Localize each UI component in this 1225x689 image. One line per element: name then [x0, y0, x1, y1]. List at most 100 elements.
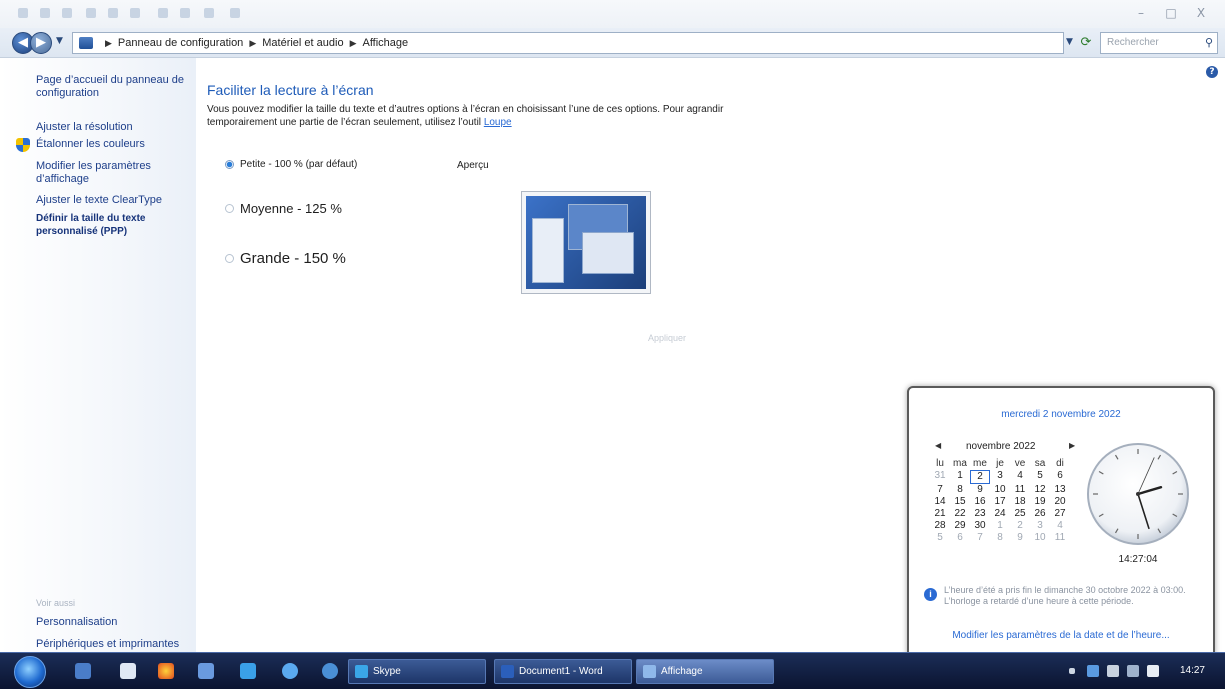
maximize-button[interactable]: □ — [1163, 6, 1179, 20]
explorer-icon[interactable] — [120, 663, 136, 679]
app-icon[interactable] — [322, 663, 338, 679]
quick-access-icon[interactable] — [18, 8, 28, 18]
action-center-icon[interactable] — [1107, 665, 1119, 677]
option-large-radio[interactable]: Grande - 150 % — [225, 250, 346, 267]
calendar-day[interactable]: 2 — [970, 470, 990, 484]
calendar-day[interactable]: 4 — [1010, 470, 1030, 484]
calendar-day[interactable]: 5 — [1030, 470, 1050, 484]
calendar-day[interactable]: 21 — [930, 508, 950, 520]
quick-access-icon[interactable] — [86, 8, 96, 18]
sidebar-link-home[interactable]: Page d’accueil du panneau de configurati… — [36, 74, 186, 100]
calendar-day[interactable]: 23 — [970, 508, 990, 520]
show-hidden-icons-icon[interactable] — [1069, 668, 1075, 674]
calendar-day[interactable]: 7 — [930, 484, 950, 496]
network-icon[interactable] — [1087, 665, 1099, 677]
calendar-day[interactable]: 16 — [970, 496, 990, 508]
calendar-day[interactable]: 22 — [950, 508, 970, 520]
close-button[interactable]: X — [1193, 6, 1209, 20]
sidebar-link-devices-printers[interactable]: Périphériques et imprimantes — [36, 638, 186, 651]
calendar-day[interactable]: 20 — [1050, 496, 1070, 508]
help-icon[interactable]: ? — [1206, 66, 1218, 78]
quick-access-icon[interactable] — [62, 8, 72, 18]
calendar-day[interactable]: 15 — [950, 496, 970, 508]
breadcrumb-item[interactable]: Affichage — [362, 37, 408, 49]
radio-selected-icon[interactable] — [225, 160, 234, 169]
start-button[interactable] — [14, 656, 46, 688]
calendar-day[interactable]: 30 — [970, 520, 990, 532]
language-icon[interactable] — [1127, 665, 1139, 677]
calendar-day[interactable]: 11 — [1050, 532, 1070, 544]
internet-explorer-icon[interactable] — [240, 663, 256, 679]
calendar-day[interactable]: 9 — [1010, 532, 1030, 544]
address-dropdown-icon[interactable]: ▼ — [1066, 37, 1073, 47]
quick-access-icon[interactable] — [40, 8, 50, 18]
calendar-day[interactable]: 3 — [1030, 520, 1050, 532]
calendar-day[interactable]: 13 — [1050, 484, 1070, 496]
calendar-day[interactable]: 3 — [990, 470, 1010, 484]
breadcrumb-separator-icon[interactable]: ▶ — [249, 38, 256, 49]
skype-pin-icon[interactable] — [282, 663, 298, 679]
taskbar-task-skype[interactable]: Skype — [348, 659, 486, 684]
calendar-day[interactable]: 14 — [930, 496, 950, 508]
breadcrumb-item[interactable]: Panneau de configuration — [118, 37, 243, 49]
quick-access-icon[interactable] — [204, 8, 214, 18]
calendar-day[interactable]: 12 — [1030, 484, 1050, 496]
recent-pages-chevron-icon[interactable]: ▼ — [56, 36, 63, 46]
change-date-time-link[interactable]: Modifier les paramètres de la date et de… — [909, 630, 1213, 641]
next-month-icon[interactable]: ▶ — [1069, 441, 1075, 450]
calendar-day[interactable]: 10 — [990, 484, 1010, 496]
long-date-link[interactable]: mercredi 2 novembre 2022 — [909, 409, 1213, 420]
quick-access-icon[interactable] — [180, 8, 190, 18]
breadcrumb-item[interactable]: Matériel et audio — [262, 37, 343, 49]
breadcrumb-separator-icon[interactable]: ▶ — [105, 38, 112, 49]
calendar-month-title[interactable]: novembre 2022 — [966, 441, 1036, 452]
calendar-day[interactable]: 4 — [1050, 520, 1070, 532]
folder-icon[interactable] — [198, 663, 214, 679]
breadcrumb[interactable]: ▶ Panneau de configuration ▶ Matériel et… — [72, 32, 1064, 54]
calendar-day[interactable]: 24 — [990, 508, 1010, 520]
calendar-day[interactable]: 7 — [970, 532, 990, 544]
calendar-day[interactable]: 8 — [990, 532, 1010, 544]
calendar-day[interactable]: 29 — [950, 520, 970, 532]
forward-arrow-icon[interactable]: ▶ — [30, 32, 52, 54]
search-icon[interactable]: ⚲ — [1205, 36, 1213, 49]
calendar-day[interactable]: 2 — [1010, 520, 1030, 532]
radio-empty-icon[interactable] — [225, 204, 234, 213]
calendar-day[interactable]: 6 — [1050, 470, 1070, 484]
calendar-day[interactable]: 6 — [950, 532, 970, 544]
calendar-day[interactable]: 28 — [930, 520, 950, 532]
option-small-radio[interactable]: Petite - 100 % (par défaut) — [225, 159, 357, 170]
calendar-day[interactable]: 5 — [930, 532, 950, 544]
calendar-day[interactable]: 1 — [990, 520, 1010, 532]
volume-icon[interactable] — [1147, 665, 1159, 677]
breadcrumb-separator-icon[interactable]: ▶ — [350, 38, 357, 49]
taskbar-clock[interactable]: 14:27 — [1180, 665, 1205, 676]
calendar-day[interactable]: 9 — [970, 484, 990, 496]
taskbar-task-display[interactable]: Affichage — [636, 659, 774, 684]
calendar-day[interactable]: 11 — [1010, 484, 1030, 496]
refresh-icon[interactable]: ⟳ — [1078, 35, 1094, 51]
option-medium-radio[interactable]: Moyenne - 125 % — [225, 201, 342, 216]
quick-access-icon[interactable] — [230, 8, 240, 18]
magnifier-link[interactable]: Loupe — [484, 117, 512, 128]
calendar-day[interactable]: 10 — [1030, 532, 1050, 544]
sidebar-link-custom-dpi[interactable]: Définir la taille du texte personnalisé … — [36, 212, 186, 238]
quick-access-icon[interactable] — [108, 8, 118, 18]
sidebar-link-display-settings[interactable]: Modifier les paramètres d’affichage — [36, 160, 186, 186]
sidebar-link-personalization[interactable]: Personnalisation — [36, 616, 186, 629]
calendar-day[interactable]: 31 — [930, 470, 950, 484]
calendar-day[interactable]: 25 — [1010, 508, 1030, 520]
calendar-day[interactable]: 18 — [1010, 496, 1030, 508]
calendar-day[interactable]: 17 — [990, 496, 1010, 508]
sidebar-link-color-calibration[interactable]: Étalonner les couleurs — [36, 138, 186, 151]
quick-access-icon[interactable] — [158, 8, 168, 18]
minimize-button[interactable]: – — [1133, 6, 1149, 20]
sidebar-link-cleartype[interactable]: Ajuster le texte ClearType — [36, 194, 186, 207]
calendar-day[interactable]: 8 — [950, 484, 970, 496]
show-desktop-icon[interactable] — [75, 663, 91, 679]
previous-month-icon[interactable]: ◀ — [935, 441, 941, 450]
calendar-day[interactable]: 27 — [1050, 508, 1070, 520]
chrome-icon[interactable] — [158, 663, 174, 679]
quick-access-icon[interactable] — [130, 8, 140, 18]
calendar-day[interactable]: 19 — [1030, 496, 1050, 508]
